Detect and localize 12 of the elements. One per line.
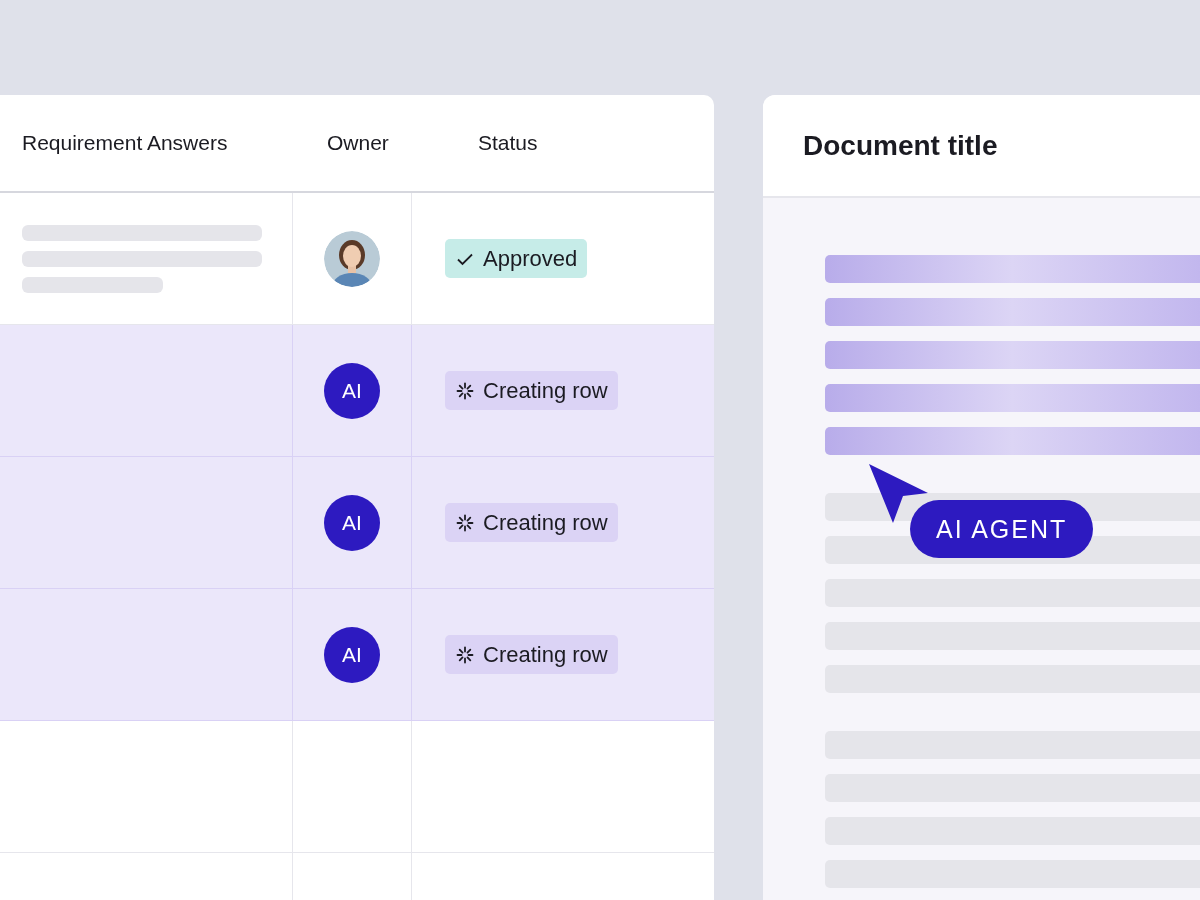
status-badge: Approved xyxy=(445,239,588,278)
ai-avatar: AI xyxy=(324,626,380,683)
status-badge: Creating row xyxy=(445,503,618,542)
status-badge: Creating row xyxy=(445,371,618,410)
cursor-label: AI AGENT xyxy=(910,500,1094,558)
status-badge: Creating row xyxy=(445,635,618,674)
column-header: Requirement Answers xyxy=(22,131,229,155)
ai-avatar: AI xyxy=(324,362,380,419)
column-header: Status xyxy=(478,131,538,155)
ai-avatar: AI xyxy=(324,494,380,551)
column-header: Owner xyxy=(327,131,390,155)
document-title: Document title xyxy=(803,129,998,162)
